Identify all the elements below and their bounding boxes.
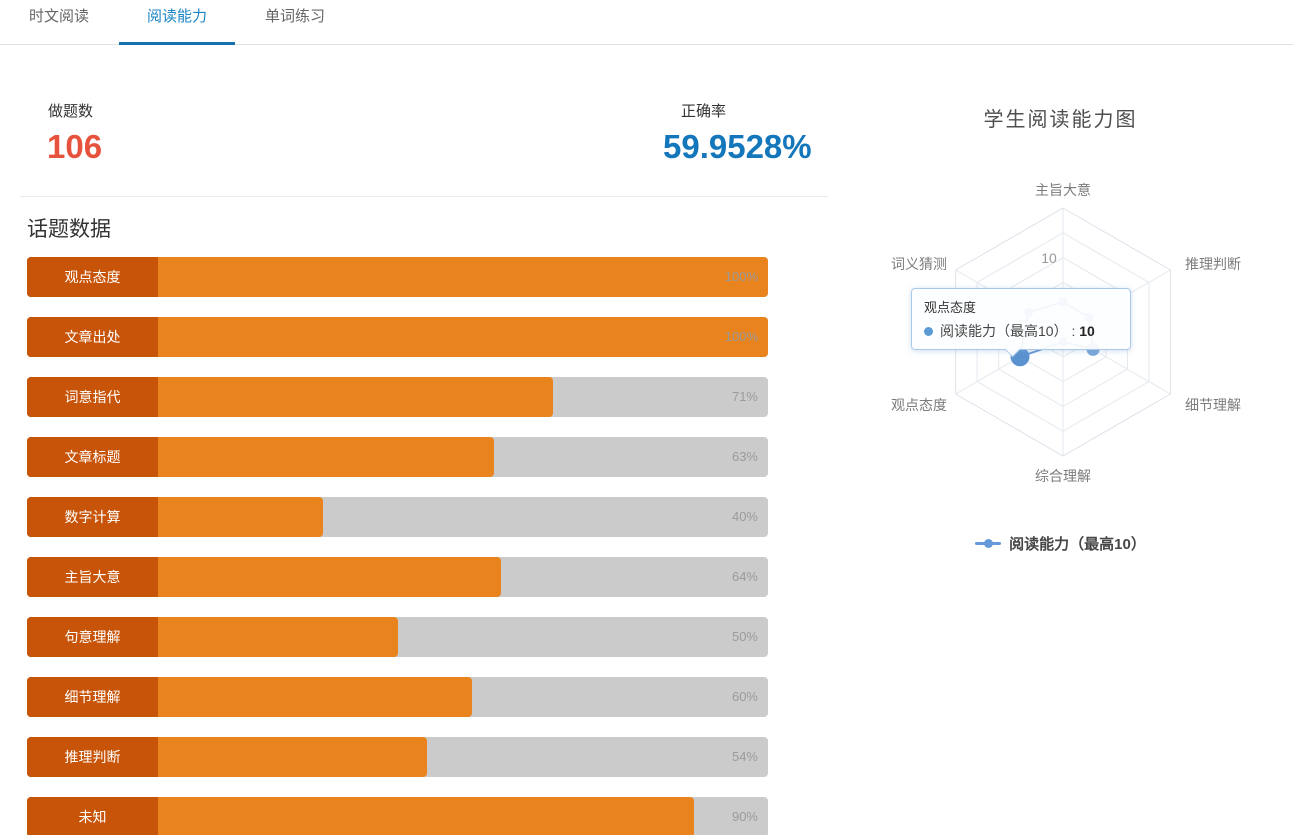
radar-axis-label-推理判断: 推理判断 [1185, 254, 1241, 274]
radar-axis-label-词义猜测: 词义猜测 [797, 254, 947, 274]
bar-percent-value: 64% [732, 557, 758, 597]
questions-count-label: 做题数 [48, 100, 93, 121]
topic-bar-未知[interactable]: 未知 90% [27, 797, 768, 835]
tab-label: 时文阅读 [29, 8, 89, 25]
bar-category-label: 文章出处 [27, 317, 158, 357]
radar-axis-label-主旨大意: 主旨大意 [1035, 180, 1091, 200]
bar-percent-value: 50% [732, 617, 758, 657]
bar-category-label: 观点态度 [27, 257, 158, 297]
tab-0[interactable]: 时文阅读 [0, 0, 118, 44]
topic-data-title: 话题数据 [27, 213, 111, 243]
tab-label: 单词练习 [265, 8, 325, 25]
accuracy-value: 59.9528% [663, 128, 828, 166]
legend-item-reading-ability[interactable]: 阅读能力（最高10） [828, 533, 1293, 554]
tooltip-series-name: 阅读能力（最高10） [940, 321, 1068, 341]
series-dot-icon [924, 327, 933, 336]
bar-category-label: 词意指代 [27, 377, 158, 417]
tab-2[interactable]: 单词练习 [236, 0, 354, 44]
topic-bar-观点态度[interactable]: 观点态度 100% [27, 257, 768, 297]
bar-percent-value: 60% [732, 677, 758, 717]
bar-percent-value: 90% [732, 797, 758, 835]
line-series-legend-icon [975, 537, 1001, 551]
bar-category-label: 文章标题 [27, 437, 158, 477]
tooltip-colon: : [1068, 323, 1080, 339]
topic-bar-文章标题[interactable]: 文章标题 63% [27, 437, 768, 477]
topic-bar-细节理解[interactable]: 细节理解 60% [27, 677, 768, 717]
bar-percent-value: 54% [732, 737, 758, 777]
bar-category-label: 未知 [27, 797, 158, 835]
reading-ability-dashboard: 时文阅读 阅读能力 单词练习 做题数 106 正确率 59.9528% 话题数据 观… [0, 0, 1293, 835]
topic-bar-推理判断[interactable]: 推理判断 54% [27, 737, 768, 777]
tooltip-value: 10 [1079, 323, 1095, 339]
topic-bar-词意指代[interactable]: 词意指代 71% [27, 377, 768, 417]
radar-axis-label-观点态度: 观点态度 [797, 395, 947, 415]
tab-bar: 时文阅读 阅读能力 单词练习 [0, 0, 1293, 45]
legend-label: 阅读能力（最高10） [1009, 533, 1146, 554]
tooltip-category: 观点态度 [924, 297, 1118, 316]
bar-category-label: 推理判断 [27, 737, 158, 777]
bar-percent-value: 40% [732, 497, 758, 537]
bar-percent-value: 63% [732, 437, 758, 477]
tab-label: 阅读能力 [147, 8, 207, 25]
radar-axis-label-综合理解: 综合理解 [1035, 466, 1091, 486]
bar-category-label: 细节理解 [27, 677, 158, 717]
questions-count-value: 106 [47, 128, 102, 166]
radar-tooltip: 观点态度 阅读能力（最高10） : 10 [911, 288, 1131, 350]
topic-bar-文章出处[interactable]: 文章出处 100% [27, 317, 768, 357]
divider [20, 196, 828, 197]
bar-percent-value: 100% [725, 257, 758, 297]
topic-bar-chart: 观点态度 100% 文章出处 100% 词意指代 71% 文章标题 63% 数字计算 40% 主旨大… [27, 257, 768, 835]
bar-percent-value: 100% [725, 317, 758, 357]
radar-chart-title: 学生阅读能力图 [828, 103, 1293, 132]
radar-axis-label-细节理解: 细节理解 [1185, 395, 1241, 415]
bar-category-label: 主旨大意 [27, 557, 158, 597]
topic-bar-句意理解[interactable]: 句意理解 50% [27, 617, 768, 657]
bar-category-label: 句意理解 [27, 617, 158, 657]
topic-bar-主旨大意[interactable]: 主旨大意 64% [27, 557, 768, 597]
radar-axis-tick-10: 10 [1036, 250, 1062, 266]
topic-bar-数字计算[interactable]: 数字计算 40% [27, 497, 768, 537]
bar-percent-value: 71% [732, 377, 758, 417]
accuracy-label: 正确率 [681, 100, 726, 121]
tab-1[interactable]: 阅读能力 [118, 0, 236, 44]
bar-category-label: 数字计算 [27, 497, 158, 537]
